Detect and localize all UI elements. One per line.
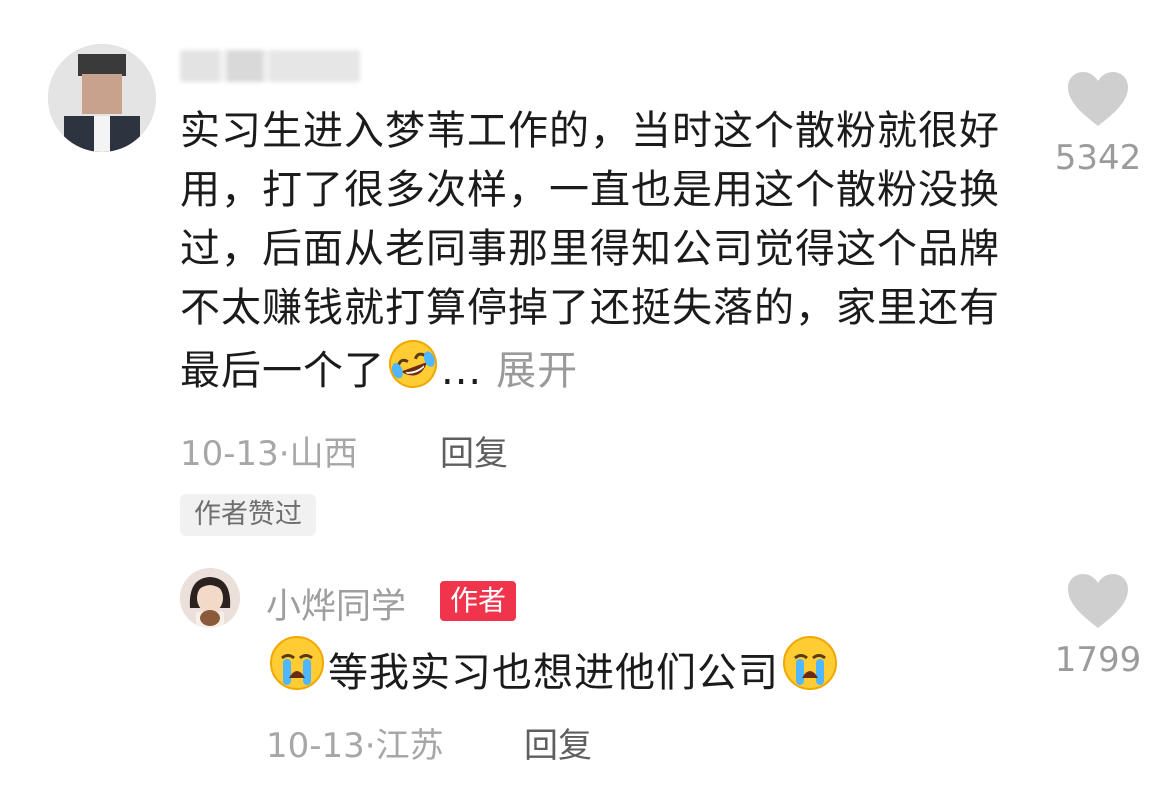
avatar-face (82, 74, 122, 114)
meta-dot: · (278, 434, 290, 474)
comment-like-button[interactable]: 5342 (1038, 70, 1158, 178)
reply-meta: 10-13·江苏 (266, 718, 444, 767)
reply-like-button[interactable]: 1799 (1038, 572, 1158, 680)
commenter-username-blurred[interactable] (180, 50, 360, 82)
expand-button[interactable]: 展开 (496, 348, 578, 394)
reply-reply-button[interactable]: 回复 (524, 718, 592, 767)
comment-meta: 10-13·山西 (180, 426, 358, 475)
rolling-laugh-emoji-icon (387, 338, 439, 407)
reply-like-count: 1799 (1054, 640, 1142, 680)
reply-text: 等我实习也想进他们公司 (328, 650, 779, 696)
comment-location: 山西 (289, 434, 358, 474)
comment-date: 10-13 (180, 434, 279, 474)
heart-icon (1068, 72, 1128, 126)
reply-date: 10-13 (266, 726, 365, 766)
comment-ellipsis: ... (441, 348, 483, 394)
commenter-avatar[interactable] (48, 44, 156, 152)
comment-body: 实习生进入梦苇工作的，当时这个散粉就很好用，打了很多次样，一直也是用这个散粉没换… (180, 102, 1020, 407)
reply-location: 江苏 (375, 726, 444, 766)
comment-text: 实习生进入梦苇工作的，当时这个散粉就很好用，打了很多次样，一直也是用这个散粉没换… (180, 108, 1000, 394)
replier-avatar-image (180, 568, 240, 628)
replier-avatar[interactable] (180, 568, 240, 628)
avatar-hair (78, 54, 126, 76)
replier-username[interactable]: 小烨同学 (266, 578, 406, 629)
author-liked-badge: 作者赞过 (180, 494, 316, 536)
crying-face-emoji-icon (781, 634, 839, 708)
meta-dot: · (364, 726, 376, 766)
author-badge: 作者 (440, 581, 517, 621)
avatar-shirt (94, 116, 110, 152)
comment-like-count: 5342 (1054, 138, 1142, 178)
heart-icon (1068, 574, 1128, 628)
comment-reply-button[interactable]: 回复 (440, 426, 508, 475)
crying-face-emoji-icon (268, 634, 326, 708)
reply-body: 等我实习也想进他们公司 (266, 634, 841, 708)
